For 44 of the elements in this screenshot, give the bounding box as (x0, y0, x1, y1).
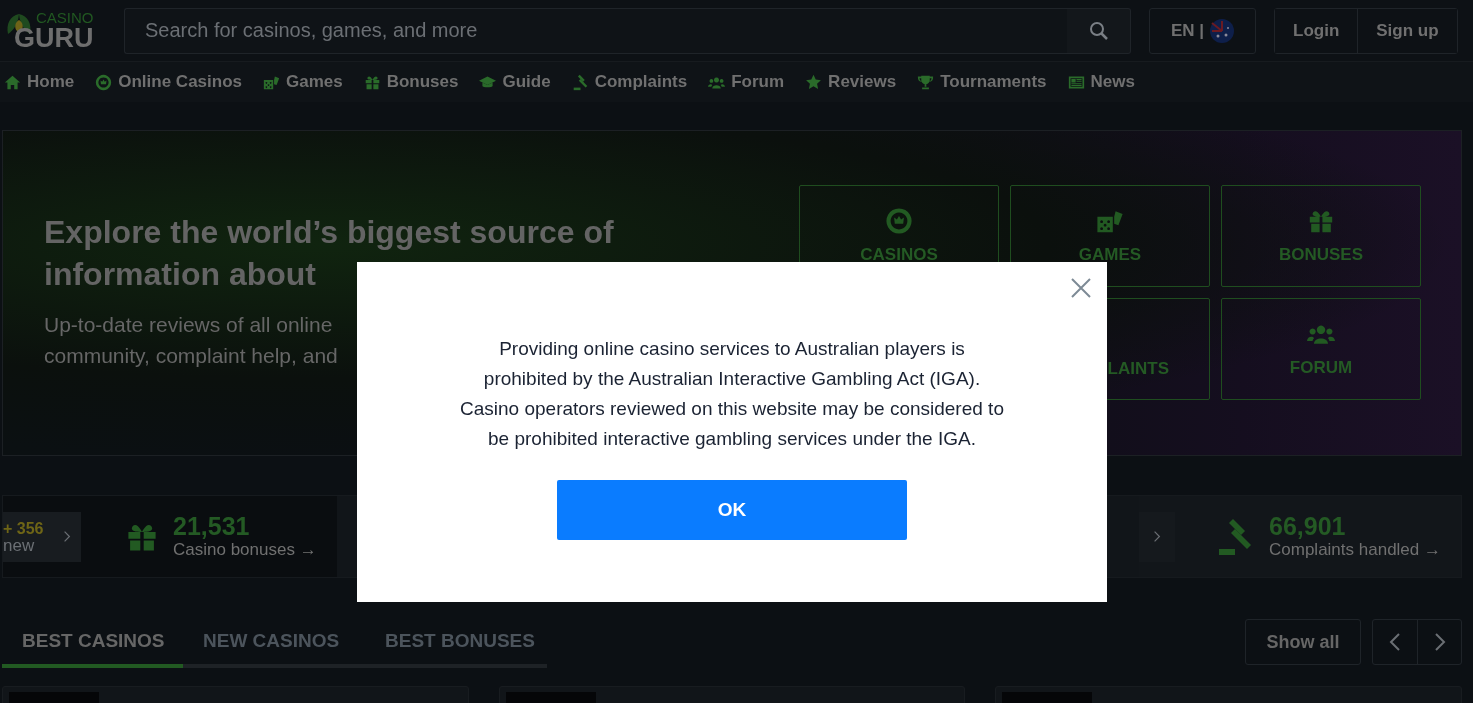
tab[interactable]: BEST BONUSES (365, 630, 547, 668)
nav-link[interactable]: Bonuses (363, 72, 459, 92)
nav-link[interactable]: Reviews (805, 72, 897, 92)
auth-button[interactable]: Sign up (1357, 8, 1457, 53)
nav-link[interactable]: News (1067, 72, 1135, 92)
show-all-button[interactable]: Show all (1245, 619, 1361, 665)
hero-heading: Explore the world’s biggest source of (44, 213, 614, 252)
notice-text: Providing online casino services to Australian players is prohibited by the Australian Interactive Gambling Act (IGA). Casino operators reviewed on this website may be considered to be prohibited interactive gambling services under the IGA. (459, 337, 1005, 451)
close-icon (1071, 278, 1091, 298)
new-count-link[interactable]: + 356 new (3, 511, 81, 562)
logo-text: CASINO (35, 9, 94, 25)
language-button[interactable]: EN | (1149, 7, 1256, 54)
nav-link[interactable]: Online Casinos (95, 72, 242, 92)
ok-button[interactable]: OK (557, 480, 907, 540)
nav-link[interactable]: Complaints (571, 72, 688, 92)
flag-icon (1210, 18, 1235, 43)
nav-link[interactable]: Home (4, 72, 75, 92)
logo-text: GURU (14, 24, 94, 52)
category-tile[interactable]: BONUSES (1221, 185, 1421, 287)
tab[interactable]: NEW CASINOS (183, 630, 365, 668)
nav-link[interactable]: Games (263, 72, 343, 92)
nav-link[interactable]: Tournaments (917, 72, 1047, 92)
star-icon (805, 73, 823, 91)
hero-text: Up-to-date reviews of all online (44, 312, 333, 338)
category-tile[interactable]: FORUM (1221, 298, 1421, 400)
nav-link[interactable]: Forum (708, 72, 785, 92)
stat-value: 66,901 (1269, 513, 1347, 541)
chevron-left-icon (1389, 632, 1401, 652)
home-icon (4, 73, 21, 91)
stat-link[interactable]: Casino bonuses → (173, 540, 317, 560)
chevron-right-icon (1433, 632, 1446, 652)
hero-text: community, complaint help, and (44, 343, 338, 369)
nav-link[interactable]: Guide (479, 72, 551, 92)
stat-value: 21,531 (173, 513, 251, 541)
tab[interactable]: BEST CASINOS (2, 630, 183, 668)
chevron-right-icon (1153, 530, 1161, 543)
gavel-icon (571, 73, 589, 91)
stat-link[interactable]: Complaints handled → (1269, 540, 1441, 560)
hero-heading: information about (44, 255, 316, 294)
chip-icon (885, 207, 913, 235)
chevron-right-icon (63, 530, 71, 543)
trophy-icon (917, 73, 935, 91)
close-button[interactable] (1070, 277, 1092, 299)
chip-icon (95, 73, 113, 91)
